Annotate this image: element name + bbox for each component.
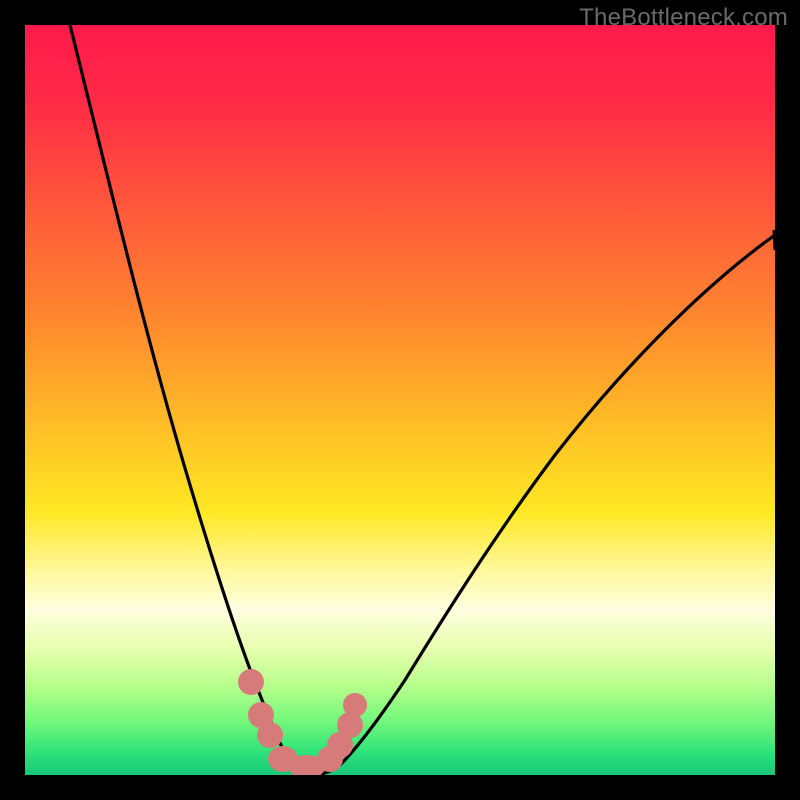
bottleneck-curve: [25, 25, 775, 775]
chart-plot-area: [25, 25, 775, 775]
chart-frame: TheBottleneck.com: [0, 0, 800, 800]
curve-right-tail: [774, 230, 775, 250]
watermark-text: TheBottleneck.com: [579, 4, 788, 32]
curve-path: [70, 25, 775, 775]
